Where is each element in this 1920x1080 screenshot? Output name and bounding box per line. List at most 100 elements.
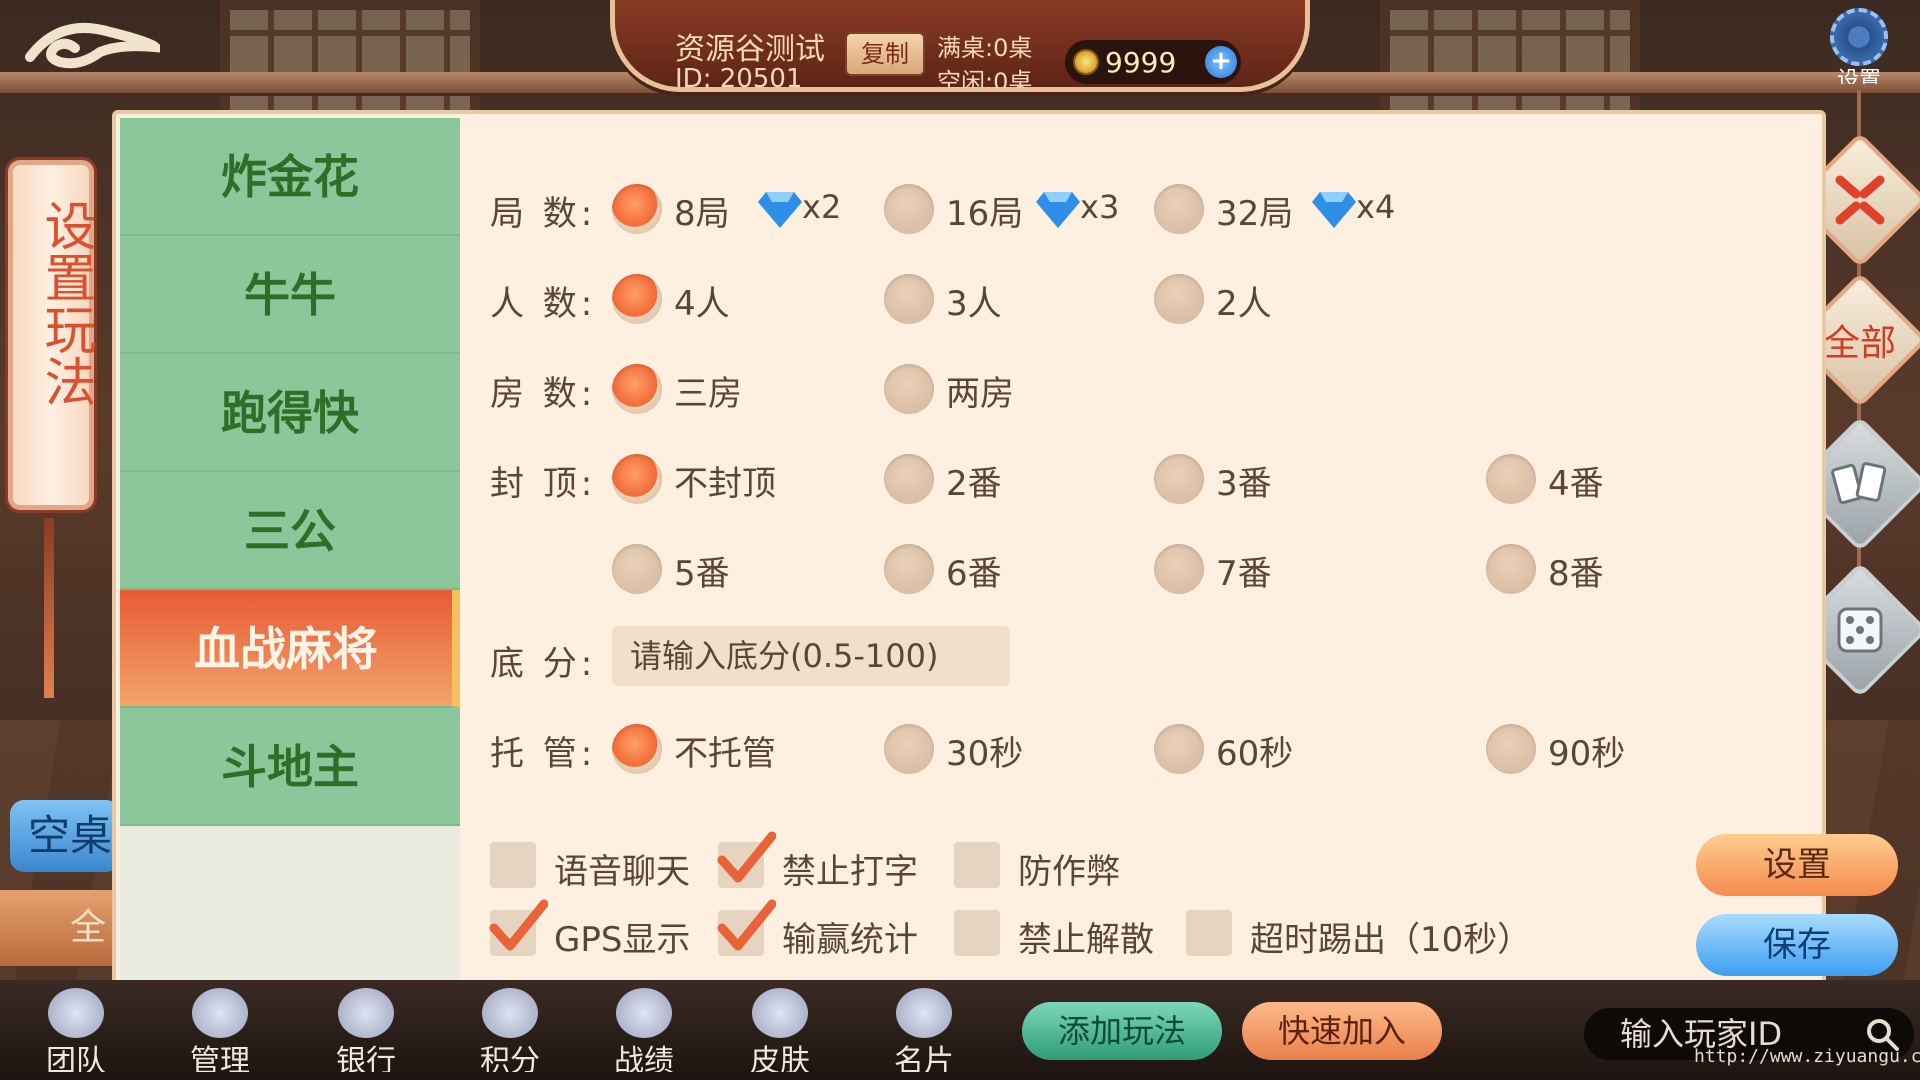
nav-card[interactable]: 名片	[864, 988, 984, 1080]
add-coins-button[interactable]: +	[1205, 46, 1237, 78]
skin-icon	[752, 988, 808, 1038]
room-info-plate: 资源谷测试 ID: 20501 复制 满桌:0桌 空闲:0桌 9999 +	[610, 0, 1310, 92]
hosting-none-radio[interactable]	[612, 724, 662, 774]
nav-bank[interactable]: 银行	[306, 988, 426, 1080]
all-filter-button[interactable]: 全部	[1812, 292, 1908, 388]
hosting-60s-radio[interactable]	[1154, 724, 1204, 774]
gear-icon	[1830, 8, 1888, 66]
players-4-label: 4人	[674, 284, 730, 324]
hosting-90s-label: 90秒	[1548, 734, 1626, 774]
timeout-kick-label: 超时踢出（10秒）	[1250, 920, 1532, 960]
cap-5-label: 5番	[674, 554, 730, 594]
nav-manage[interactable]: 管理	[160, 988, 280, 1080]
gps-display-checkbox[interactable]	[489, 899, 548, 956]
quick-join-button[interactable]: 快速加入	[1242, 1002, 1442, 1060]
base-score-input[interactable]	[612, 626, 1010, 686]
sidebar-item-doudizhu[interactable]: 斗地主	[120, 708, 460, 826]
nav-skin[interactable]: 皮肤	[720, 988, 840, 1080]
players-2-radio[interactable]	[1154, 274, 1204, 324]
no-dissolve-checkbox[interactable]	[954, 910, 1000, 956]
set-button[interactable]: 设置	[1696, 834, 1898, 896]
cap-label: 封 顶:	[490, 464, 597, 504]
voice-chat-checkbox[interactable]	[490, 842, 536, 888]
settings-button[interactable]: 设置	[1818, 8, 1900, 90]
hosting-60s-label: 60秒	[1216, 734, 1294, 774]
cap-6-radio[interactable]	[884, 544, 934, 594]
game-sidebar: 炸金花 牛牛 跑得快 三公 血战麻将 斗地主	[120, 118, 460, 1020]
coin-icon	[1073, 49, 1099, 75]
rooms-two-radio[interactable]	[884, 364, 934, 414]
copy-button[interactable]: 复制	[845, 32, 925, 76]
back-button[interactable]	[20, 12, 169, 82]
diamond-gem-icon	[1036, 192, 1080, 228]
full-tables-count: 满桌:0桌	[937, 34, 1033, 62]
sidebar-item-paodekuai[interactable]: 跑得快	[120, 354, 460, 472]
save-button[interactable]: 保存	[1696, 914, 1898, 976]
hosting-label: 托 管:	[490, 734, 597, 774]
add-rule-button[interactable]: 添加玩法	[1022, 1002, 1222, 1060]
manage-icon	[192, 988, 248, 1038]
back-swirl-icon	[25, 22, 169, 69]
rooms-three-radio[interactable]	[612, 364, 662, 414]
rule-setting-dialog: 炸金花 牛牛 跑得快 三公 血战麻将 斗地主 局 数: 8局 x2 16局 x3…	[112, 110, 1898, 1020]
rooms-three-label: 三房	[674, 374, 742, 414]
cap-3-radio[interactable]	[1154, 454, 1204, 504]
cap-5-radio[interactable]	[612, 544, 662, 594]
rounds-16-label: 16局	[946, 194, 1024, 234]
cap-8-label: 8番	[1548, 554, 1604, 594]
cap-2-radio[interactable]	[884, 454, 934, 504]
banner-text: 设置玩法	[35, 199, 95, 407]
anti-cheat-checkbox[interactable]	[954, 842, 1000, 888]
players-4-radio[interactable]	[612, 274, 662, 324]
rooms-label: 房 数:	[490, 374, 597, 414]
cap-7-label: 7番	[1216, 554, 1272, 594]
rule-setting-banner: 设置玩法	[8, 160, 95, 510]
timeout-kick-checkbox[interactable]	[1186, 910, 1232, 956]
hosting-90s-radio[interactable]	[1486, 724, 1536, 774]
sidebar-item-zhajinhua[interactable]: 炸金花	[120, 118, 460, 236]
gps-display-label: GPS显示	[554, 920, 691, 960]
rounds-32-radio[interactable]	[1154, 184, 1204, 234]
rule-options-panel: 局 数: 8局 x2 16局 x3 32局 x4 人 数: 4人 3人 2人 房…	[460, 114, 1898, 1004]
cap-none-radio[interactable]	[612, 454, 662, 504]
rounds-8-radio[interactable]	[612, 184, 662, 234]
cap-7-radio[interactable]	[1154, 544, 1204, 594]
win-loss-stats-checkbox[interactable]	[717, 899, 776, 956]
sidebar-item-sangong[interactable]: 三公	[120, 472, 460, 590]
sidebar-item-xuezhan-mahjong[interactable]: 血战麻将	[120, 590, 460, 708]
no-dissolve-label: 禁止解散	[1018, 920, 1154, 960]
cap-none-label: 不封顶	[674, 464, 776, 504]
diamond-gem-icon	[1312, 192, 1356, 228]
dice-icon	[1837, 607, 1883, 653]
all-filter-label: 全部	[1823, 323, 1896, 364]
dice-filter-button[interactable]	[1812, 582, 1908, 678]
all-tab[interactable]: 全部	[0, 890, 120, 966]
rounds-label: 局 数:	[490, 194, 597, 234]
cap-2-label: 2番	[946, 464, 1002, 504]
room-id: ID: 20501	[675, 64, 803, 90]
record-icon	[616, 988, 672, 1038]
hosting-30s-radio[interactable]	[884, 724, 934, 774]
sidebar-item-niuniu[interactable]: 牛牛	[120, 236, 460, 354]
tassel-decoration	[44, 518, 54, 698]
rounds-32-cost: x4	[1356, 188, 1396, 226]
nav-points-label: 积分	[480, 1044, 540, 1072]
cap-8-radio[interactable]	[1486, 544, 1536, 594]
poker-filter-button[interactable]	[1812, 436, 1908, 532]
anti-cheat-label: 防作弊	[1018, 852, 1120, 892]
players-3-radio[interactable]	[884, 274, 934, 324]
nav-team[interactable]: 团队	[16, 988, 136, 1080]
empty-table-button[interactable]: 空桌	[10, 800, 120, 872]
rounds-16-radio[interactable]	[884, 184, 934, 234]
check-icon	[717, 831, 776, 883]
check-icon	[489, 899, 548, 951]
close-button[interactable]	[1812, 152, 1908, 248]
hosting-none-label: 不托管	[674, 734, 776, 774]
nav-record[interactable]: 战绩	[584, 988, 704, 1080]
playing-cards-icon	[1831, 462, 1887, 505]
nav-points[interactable]: 积分	[450, 988, 570, 1080]
cap-4-radio[interactable]	[1486, 454, 1536, 504]
close-icon	[1835, 175, 1885, 225]
no-typing-checkbox[interactable]	[717, 831, 776, 888]
nav-bank-label: 银行	[336, 1044, 396, 1072]
